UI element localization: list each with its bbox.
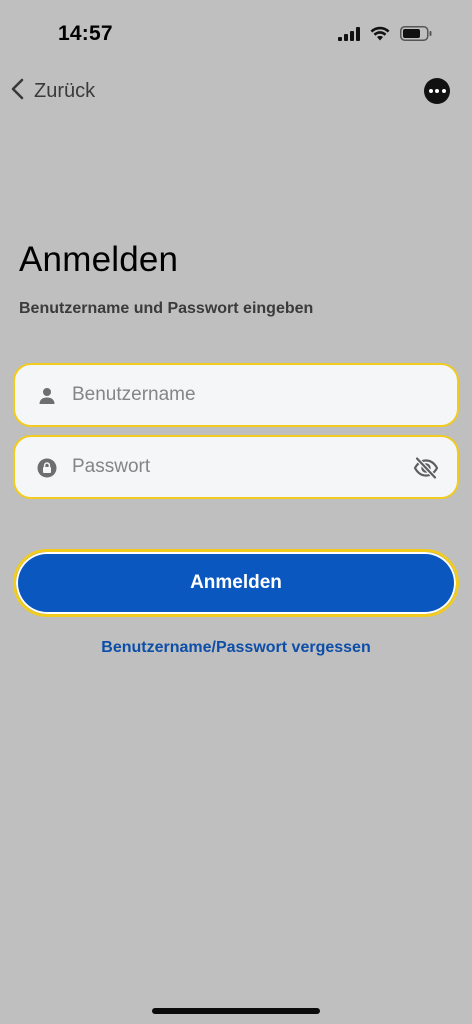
username-input[interactable] <box>72 377 402 413</box>
forgot-credentials-link[interactable]: Benutzername/Passwort vergessen <box>0 639 472 657</box>
login-button-label: Anmelden <box>190 572 282 593</box>
back-button[interactable]: Zurück <box>10 76 95 106</box>
user-icon <box>37 386 57 406</box>
page-title: Anmelden <box>19 240 179 279</box>
status-icons <box>338 26 432 41</box>
more-icon-dot <box>428 89 433 93</box>
more-icon-dot <box>441 89 446 93</box>
eye-slash-icon[interactable] <box>413 455 439 481</box>
password-input[interactable] <box>72 449 402 485</box>
signal-icon <box>338 26 360 41</box>
login-screen: 14:57 Zurück Anmelden Benutzername und P… <box>0 0 472 1024</box>
home-indicator[interactable] <box>152 1008 320 1014</box>
lock-icon <box>37 458 57 478</box>
battery-icon <box>400 26 432 41</box>
status-bar: 14:57 <box>0 0 472 70</box>
chevron-left-icon <box>10 77 26 106</box>
password-field[interactable] <box>13 435 459 499</box>
username-field[interactable] <box>13 363 459 427</box>
back-label: Zurück <box>34 79 96 102</box>
more-icon-dot <box>435 89 439 93</box>
wifi-icon <box>370 26 390 41</box>
more-button[interactable] <box>424 78 450 104</box>
login-button[interactable]: Anmelden <box>13 549 459 617</box>
status-time: 14:57 <box>58 22 113 45</box>
page-subtitle: Benutzername und Passwort eingeben <box>19 300 314 317</box>
